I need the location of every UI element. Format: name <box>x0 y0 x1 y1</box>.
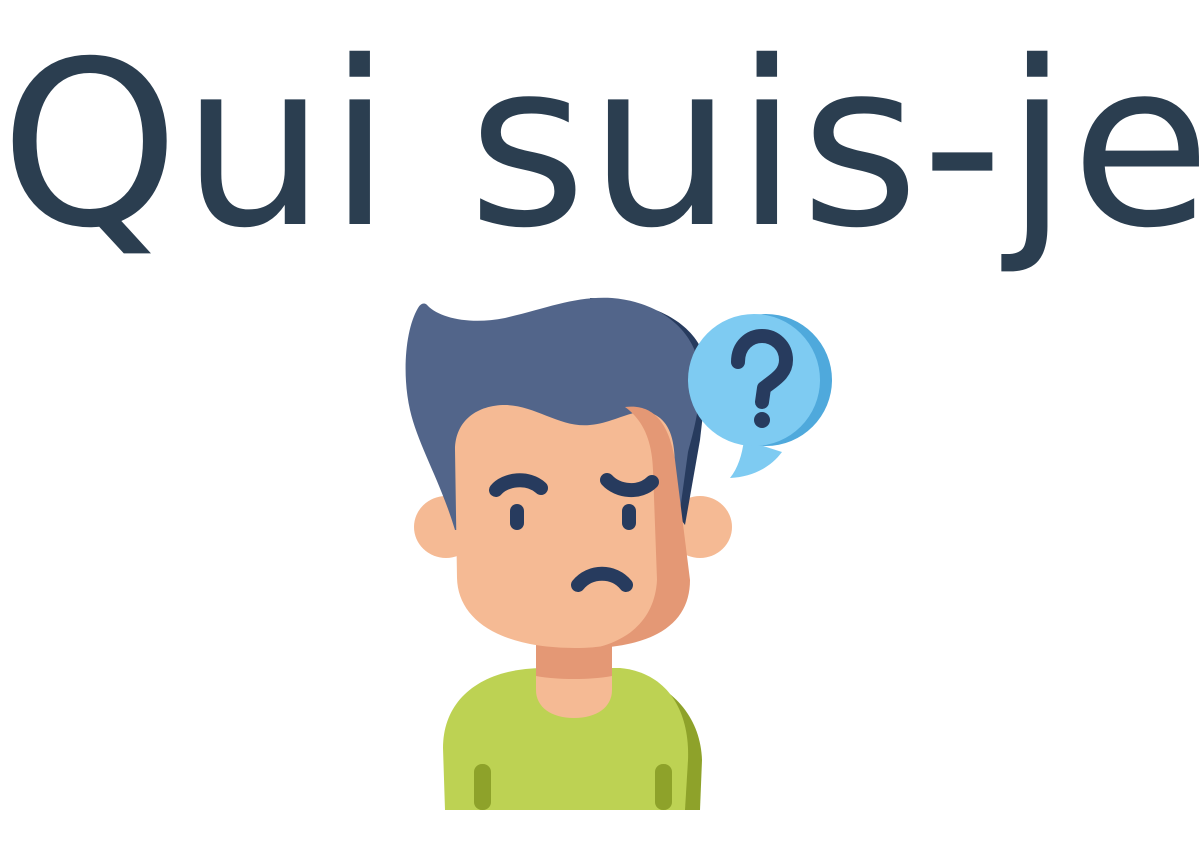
shirt-fold-right <box>655 764 672 810</box>
shirt-fold-left <box>474 764 491 810</box>
face <box>455 405 683 648</box>
slide: Qui suis-je <box>0 0 1200 867</box>
left-eye <box>510 504 524 530</box>
confused-person-illustration <box>405 297 832 810</box>
right-eye <box>622 504 636 530</box>
